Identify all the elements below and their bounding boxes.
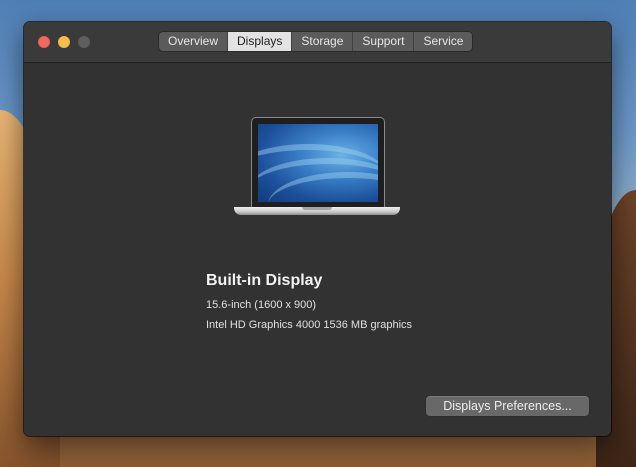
laptop-screen xyxy=(258,124,378,202)
display-title: Built-in Display xyxy=(206,272,323,289)
display-size-resolution: 15.6-inch (1600 x 900) xyxy=(206,299,317,311)
displays-preferences-button[interactable]: Displays Preferences... xyxy=(426,396,589,416)
minimize-button[interactable] xyxy=(58,36,70,48)
tab-bar: Overview Displays Storage Support Servic… xyxy=(159,32,473,51)
macbook-pro-icon xyxy=(234,117,400,217)
tab-storage[interactable]: Storage xyxy=(292,32,354,51)
window-titlebar: Overview Displays Storage Support Servic… xyxy=(24,22,611,63)
display-graphics: Intel HD Graphics 4000 1536 MB graphics xyxy=(206,319,413,331)
tab-displays[interactable]: Displays xyxy=(228,32,293,51)
close-button[interactable] xyxy=(38,36,50,48)
laptop-lid xyxy=(251,117,385,209)
laptop-notch xyxy=(302,207,332,210)
tab-overview[interactable]: Overview xyxy=(159,32,229,51)
tab-support[interactable]: Support xyxy=(353,32,415,51)
display-info: Built-in Display 15.6-inch (1600 x 900) … xyxy=(206,272,412,339)
zoom-button xyxy=(78,36,90,48)
tab-service[interactable]: Service xyxy=(414,32,473,51)
about-this-mac-window: Overview Displays Storage Support Servic… xyxy=(24,22,611,436)
